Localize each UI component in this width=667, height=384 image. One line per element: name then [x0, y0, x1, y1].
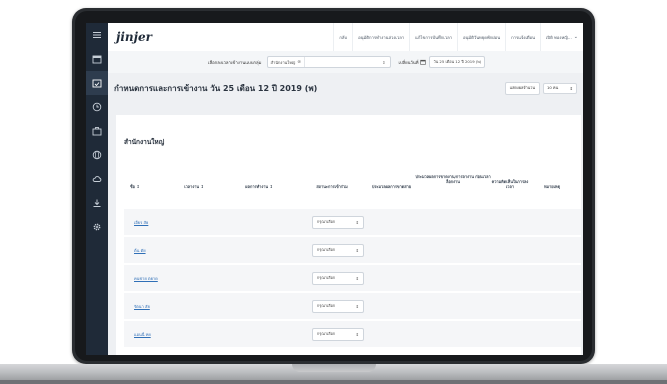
count-select[interactable]: 10 คน ⇕: [543, 82, 577, 94]
th-time-comment: ความคิดเห็นในการลงเวลา: [491, 179, 529, 189]
menu-icon[interactable]: [86, 23, 108, 47]
change-date-text: เปลี่ยนวันที่: [398, 59, 419, 65]
attendance-card: สำนักงานใหญ่ ชื่อ ↕ เวลางาน ↕ ผลการทำงาน…: [116, 115, 581, 355]
chevron-updown-icon: ⇕: [355, 303, 359, 309]
download-icon[interactable]: [86, 191, 108, 215]
header: jinjer กลับ อนุมัติการทำงานล่วงเวลา แก้ไ…: [108, 23, 583, 52]
status-select-value: กรุณาเลือก: [317, 247, 336, 252]
filter-bar: เลือกลงเวลาเข้างานแบบกลุ่ม สำนักงานใหญ่ …: [108, 51, 583, 74]
sidebar: [86, 23, 108, 355]
close-icon[interactable]: ⊗: [297, 60, 301, 65]
group-select[interactable]: สำนักงานใหญ่ ⊗ ⇕: [266, 56, 391, 68]
group-select-label: เลือกลงเวลาเข้างานแบบกลุ่ม: [208, 60, 262, 66]
change-date-label[interactable]: เปลี่ยนวันที่: [399, 59, 427, 66]
th-absence-processing: ประมวลผลการขาดสาย: [371, 184, 412, 189]
status-select-value: กรุณาเลือก: [317, 331, 336, 336]
cloud-icon[interactable]: [86, 167, 108, 191]
nav-overtime-approval[interactable]: อนุมัติการทำงานล่วงเวลา: [352, 23, 409, 51]
laptop-shadow: [0, 380, 667, 384]
employee-name-link[interactable]: รัตนา สัย: [134, 303, 150, 310]
status-select[interactable]: กรุณาเลือก ⇕: [312, 215, 364, 229]
table-row: คนชาย ตยาด กรุณาเลือก ⇕: [124, 265, 581, 291]
gear-icon[interactable]: [86, 215, 108, 239]
top-nav: กลับ อนุมัติการทำงานล่วงเวลา แก้ไขการบัน…: [333, 23, 583, 51]
clock-icon[interactable]: [86, 95, 108, 119]
user-menu[interactable]: เปิดิ ทองหญิ... ⌄: [540, 23, 583, 51]
chevron-updown-icon: ⇕: [382, 59, 386, 65]
status-select-value: กรุณาเลือก: [317, 275, 336, 280]
jinjer-logo[interactable]: jinjer: [116, 30, 266, 44]
selected-group-chip[interactable]: สำนักงานใหญ่ ⊗: [268, 57, 306, 67]
chevron-updown-icon: ⇕: [355, 275, 359, 281]
nav-leave-approval[interactable]: อนุมัติวันหยุดพักผ่อน: [456, 23, 505, 51]
th-remarks: หมายเหตุ: [543, 184, 560, 189]
briefcase-icon[interactable]: [86, 119, 108, 143]
status-select[interactable]: กรุณาเลือก ⇕: [312, 271, 364, 285]
nav-back[interactable]: กลับ: [333, 23, 352, 51]
th-work-time[interactable]: เวลางาน ↕: [174, 184, 214, 189]
employee-name-link[interactable]: แอนนี่ ทย: [134, 331, 151, 338]
calendar-icon: [420, 59, 427, 65]
card-title: สำนักงานใหญ่: [124, 138, 165, 146]
employee-name-link[interactable]: เอียร สัย: [134, 219, 148, 226]
globe-icon[interactable]: [86, 143, 108, 167]
date-picker[interactable]: วัน 25 เดือน 12 ปี 2019 (พ): [429, 56, 486, 68]
title-controls: แสดงผลจำนวน 10 คน ⇕: [504, 81, 577, 95]
th-leave-processing: ประมวลผลการขาดงาน/การลางาน ก่อนเวลา ล็อก…: [415, 174, 491, 184]
status-select[interactable]: กรุณาเลือก ⇕: [312, 243, 364, 257]
display-count-button[interactable]: แสดงผลจำนวน: [504, 81, 540, 95]
table-row: เอียร สัย กรุณาเลือก ⇕: [124, 209, 581, 235]
user-name: เปิดิ ทองหญิ...: [546, 34, 572, 40]
calendar-icon[interactable]: [86, 47, 108, 71]
th-work-result[interactable]: ผลการทำงาน ↕: [234, 184, 284, 189]
status-select-value: กรุณาเลือก: [317, 219, 336, 224]
chevron-updown-icon: ⇕: [355, 219, 359, 225]
screen: jinjer กลับ อนุมัติการทำงานล่วงเวลา แก้ไ…: [86, 23, 583, 355]
status-select-value: กรุณาเลือก: [317, 303, 336, 308]
chevron-down-icon: ⌄: [573, 34, 578, 40]
th-name[interactable]: ชื่อ ↕: [130, 184, 140, 189]
table-row: รัตนา สัย กรุณาเลือก ⇕: [124, 293, 581, 319]
status-select[interactable]: กรุณาเลือก ⇕: [312, 327, 364, 341]
chip-label: สำนักงานใหญ่: [270, 59, 296, 65]
table-row: แอนนี่ ทย กรุณาเลือก ⇕: [124, 321, 581, 347]
laptop-notch: [292, 364, 376, 372]
count-select-value: 10 คน: [547, 85, 559, 90]
table-header: ชื่อ ↕ เวลางาน ↕ ผลการทำงาน ↕ สถานะการเข…: [124, 173, 579, 201]
chevron-updown-icon: ⇕: [355, 331, 359, 337]
page-title: กำหนดการและการเข้างาน วัน 25 เดือน 12 ปี…: [114, 83, 318, 93]
nav-edit-time-record[interactable]: แก้ไขการบันทึกเวลา: [409, 23, 457, 51]
employee-name-link[interactable]: คนชาย ตยาด: [134, 275, 158, 282]
table-row: ต้น ตัย กรุณาเลือก ⇕: [124, 237, 581, 263]
chevron-updown-icon: ⇕: [569, 85, 573, 91]
th-attendance-status: สถานะการเข้าร่วม: [316, 184, 348, 189]
calendar-check-icon[interactable]: [86, 71, 108, 95]
title-bar: กำหนดการและการเข้างาน วัน 25 เดือน 12 ปี…: [108, 73, 583, 103]
status-select[interactable]: กรุณาเลือก ⇕: [312, 299, 364, 313]
chevron-updown-icon: ⇕: [355, 247, 359, 253]
nav-notifications[interactable]: การแจ้งเตือน: [505, 23, 540, 51]
employee-name-link[interactable]: ต้น ตัย: [134, 247, 146, 254]
